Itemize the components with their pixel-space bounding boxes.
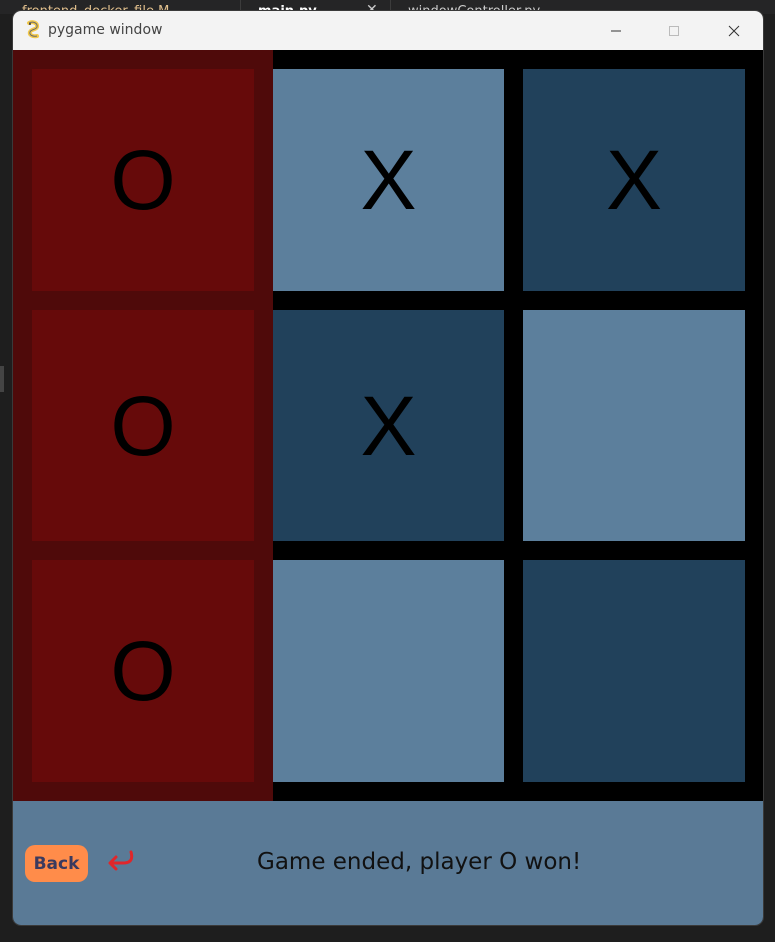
board-cell[interactable] [273, 560, 504, 782]
cell-mark: X [605, 133, 663, 227]
window-title: pygame window [48, 22, 163, 38]
cell-mark: X [360, 133, 417, 227]
board-cell[interactable]: X [273, 310, 504, 541]
game-status-message: Game ended, player O won! [257, 849, 582, 875]
board-cell[interactable]: O [32, 310, 254, 541]
maximize-button[interactable] [645, 11, 703, 50]
maximize-icon [669, 25, 679, 36]
pygame-window: pygame window O X X O X O Back Game ende… [13, 11, 763, 925]
close-icon [728, 25, 740, 36]
close-button[interactable] [705, 11, 763, 50]
cell-mark: X [360, 378, 417, 473]
board-cell[interactable] [523, 310, 745, 541]
cell-mark: O [110, 378, 176, 473]
title-bar[interactable]: pygame window [13, 11, 763, 50]
back-button[interactable]: Back [25, 845, 88, 882]
tic-tac-toe-board: O X X O X O [13, 50, 763, 801]
editor-gutter-mark [0, 366, 4, 392]
board-cell[interactable]: O [32, 560, 254, 782]
board-cell[interactable]: O [32, 69, 254, 291]
minimize-button[interactable] [587, 11, 645, 50]
board-cell[interactable] [523, 560, 745, 782]
minimize-icon [611, 30, 621, 31]
cell-mark: O [110, 624, 176, 718]
board-cell[interactable]: X [523, 69, 745, 291]
status-bar: Back Game ended, player O won! [13, 801, 763, 925]
return-arrow-icon [108, 850, 134, 871]
cell-mark: O [110, 133, 176, 227]
pygame-snake-icon [27, 20, 40, 39]
board-cell[interactable]: X [273, 69, 504, 291]
